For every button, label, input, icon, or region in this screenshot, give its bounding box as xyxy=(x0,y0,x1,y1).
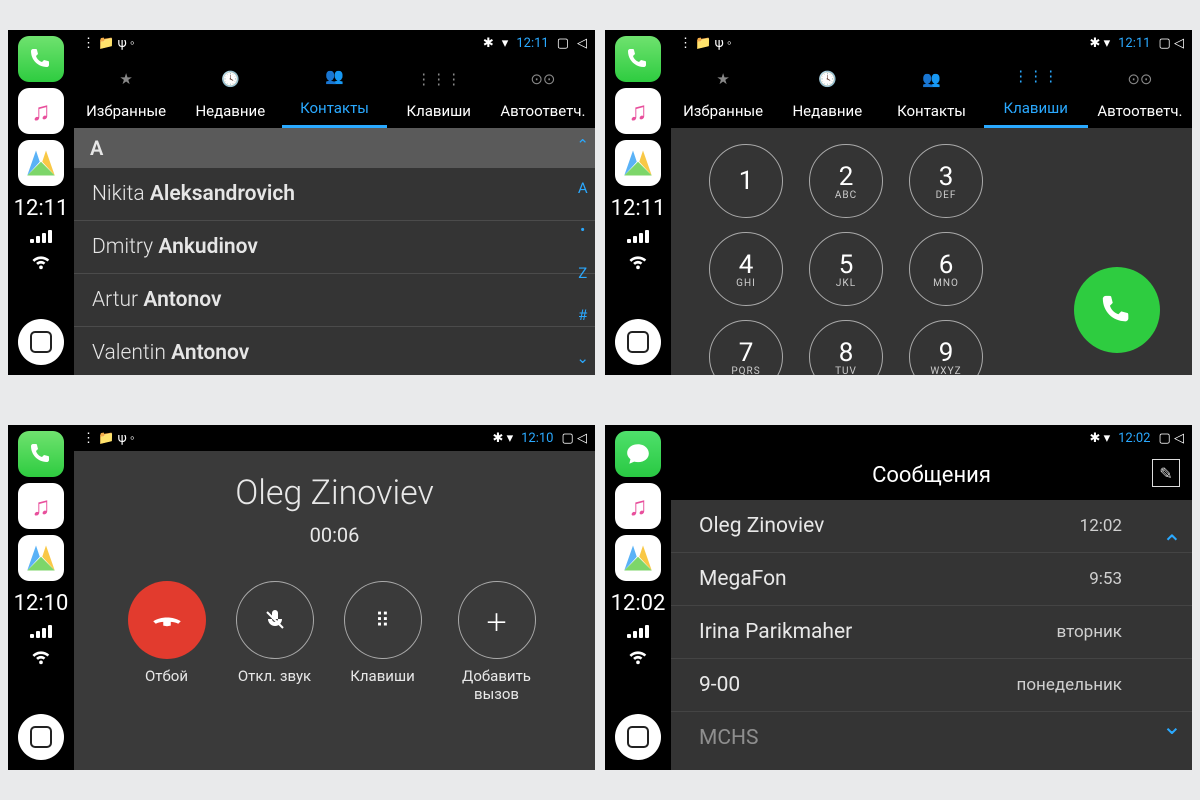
end-call-button[interactable] xyxy=(128,581,206,659)
message-row[interactable]: Irina Parikmaherвторник xyxy=(671,606,1192,659)
contacts-list: A Nikita Aleksandrovich Dmitry Ankudinov… xyxy=(74,128,595,375)
app-maps-icon[interactable] xyxy=(615,140,661,186)
wifi-icon xyxy=(30,249,52,277)
contact-row[interactable]: Artur Antonov xyxy=(74,274,595,327)
home-button[interactable] xyxy=(615,714,661,760)
message-row[interactable]: Oleg Zinoviev12:02 xyxy=(671,500,1192,553)
app-phone-icon[interactable] xyxy=(615,36,661,82)
app-phone-icon[interactable] xyxy=(18,431,64,477)
chevron-up-icon[interactable]: ⌃ xyxy=(1162,530,1182,558)
app-maps-icon[interactable] xyxy=(18,535,64,581)
key-5[interactable]: 5JKL xyxy=(809,232,883,306)
phone-tabs: ★Избранные 🕓Недавние 👥Контакты ⋮⋮⋮Клавиш… xyxy=(74,56,595,128)
app-messages-icon[interactable] xyxy=(615,431,661,477)
message-row[interactable]: MCHS xyxy=(671,712,1192,764)
tab-keypad[interactable]: ⋮⋮⋮Клавиши xyxy=(984,67,1088,128)
key-9[interactable]: 9WXYZ xyxy=(909,320,983,375)
messages-title: Сообщения xyxy=(872,463,991,488)
key-2[interactable]: 2ABC xyxy=(809,144,883,218)
dial-button[interactable] xyxy=(1074,267,1160,353)
status-bar: ⋮ 📁 ψ ◦ ✱ ▾ 12:11 ▢ ◁ xyxy=(74,30,595,56)
tab-favorites[interactable]: ★Избранные xyxy=(74,70,178,128)
tab-recents[interactable]: 🕓Недавние xyxy=(178,70,282,128)
message-row[interactable]: 9-00понедельник xyxy=(671,659,1192,712)
chevron-down-icon[interactable]: ⌄ xyxy=(1162,712,1182,740)
status-time: 12:11 xyxy=(516,36,548,51)
app-music-icon[interactable]: ♫ xyxy=(18,88,64,134)
messages-list: Oleg Zinoviev12:02 MegaFon9:53 Irina Par… xyxy=(671,500,1192,770)
dock-clock: 12:11 xyxy=(14,196,69,221)
call-duration: 00:06 xyxy=(310,523,360,547)
contact-row[interactable]: Valentin Antonov xyxy=(74,327,595,375)
app-maps-icon[interactable] xyxy=(615,535,661,581)
home-button[interactable] xyxy=(18,714,64,760)
tab-voicemail[interactable]: ⊙⊙Автоответч. xyxy=(1088,70,1192,128)
compose-button[interactable]: ✎ xyxy=(1152,459,1180,487)
key-8[interactable]: 8TUV xyxy=(809,320,883,375)
tab-contacts[interactable]: 👥Контакты xyxy=(879,70,983,128)
message-row[interactable]: MegaFon9:53 xyxy=(671,553,1192,606)
signal-icon xyxy=(627,229,649,243)
app-phone-icon[interactable] xyxy=(18,36,64,82)
wifi-icon xyxy=(627,249,649,277)
screen-keypad: ♫ 12:11 ⋮ 📁 ψ ◦✱ ▾12:11▢ ◁ ★Избранные 🕓Н… xyxy=(605,30,1192,375)
bluetooth-icon: ✱ xyxy=(483,36,494,51)
index-scrubber[interactable]: ⌃ A • Z # ⌄ xyxy=(576,136,589,367)
key-6[interactable]: 6MNO xyxy=(909,232,983,306)
key-7[interactable]: 7PQRS xyxy=(709,320,783,375)
chevron-up-icon[interactable]: ⌃ xyxy=(576,136,589,154)
end-call-label: Отбой xyxy=(145,667,188,685)
wifi-icon: ▾ xyxy=(502,36,509,51)
keypad-button[interactable]: ⠿ xyxy=(344,581,422,659)
scroll-indicator[interactable]: ⌃ ⌄ xyxy=(1162,530,1182,740)
key-4[interactable]: 4GHI xyxy=(709,232,783,306)
incall-panel: Oleg Zinoviev 00:06 Отбой Откл. звук ⠿Кл… xyxy=(74,451,595,770)
screen-incall: ♫ 12:10 ⋮ 📁 ψ ◦✱ ▾12:10▢ ◁ Oleg Zinoviev… xyxy=(8,425,595,770)
app-music-icon[interactable]: ♫ xyxy=(615,88,661,134)
app-music-icon[interactable]: ♫ xyxy=(615,483,661,529)
home-button[interactable] xyxy=(615,319,661,365)
dock: ♫ 12:11 xyxy=(605,30,671,375)
app-music-icon[interactable]: ♫ xyxy=(18,483,64,529)
chevron-down-icon[interactable]: ⌄ xyxy=(576,349,589,367)
battery-icon: ▢ xyxy=(557,36,569,51)
add-call-button[interactable]: ＋ xyxy=(458,581,536,659)
caller-name: Oleg Zinoviev xyxy=(235,473,434,513)
app-maps-icon[interactable] xyxy=(18,140,64,186)
tab-contacts[interactable]: 👥Контакты xyxy=(282,67,386,128)
dock-clock: 12:10 xyxy=(14,591,69,616)
key-3[interactable]: 3DEF xyxy=(909,144,983,218)
tab-recents[interactable]: 🕓Недавние xyxy=(775,70,879,128)
contact-row[interactable]: Dmitry Ankudinov xyxy=(74,221,595,274)
messages-header: Сообщения ✎ xyxy=(671,451,1192,500)
dock-clock: 12:02 xyxy=(611,591,666,616)
signal-icon xyxy=(30,229,52,243)
screen-contacts: ♫ 12:11 ⋮ 📁 ψ ◦ ✱ ▾ 12:11 ▢ ◁ ★Избранные… xyxy=(8,30,595,375)
contact-row[interactable]: Nikita Aleksandrovich xyxy=(74,168,595,221)
tab-favorites[interactable]: ★Избранные xyxy=(671,70,775,128)
back-icon[interactable]: ◁ xyxy=(577,36,587,51)
home-button[interactable] xyxy=(18,319,64,365)
screen-messages: ♫ 12:02 ✱ ▾12:02▢ ◁ Сообщения ✎ Oleg Zin… xyxy=(605,425,1192,770)
tab-keypad[interactable]: ⋮⋮⋮Клавиши xyxy=(387,70,491,128)
key-1[interactable]: 1 xyxy=(709,144,783,218)
mute-button[interactable] xyxy=(236,581,314,659)
dock: ♫ 12:11 xyxy=(8,30,74,375)
section-header: A xyxy=(74,128,595,168)
dock-clock: 12:11 xyxy=(611,196,666,221)
status-left-icons: ⋮ 📁 ψ ◦ xyxy=(82,35,135,51)
tab-voicemail[interactable]: ⊙⊙Автоответч. xyxy=(491,70,595,128)
keypad-area: 12ABC3DEF4GHI5JKL6MNO7PQRS8TUV9WXYZ✱0+# xyxy=(671,128,1192,375)
